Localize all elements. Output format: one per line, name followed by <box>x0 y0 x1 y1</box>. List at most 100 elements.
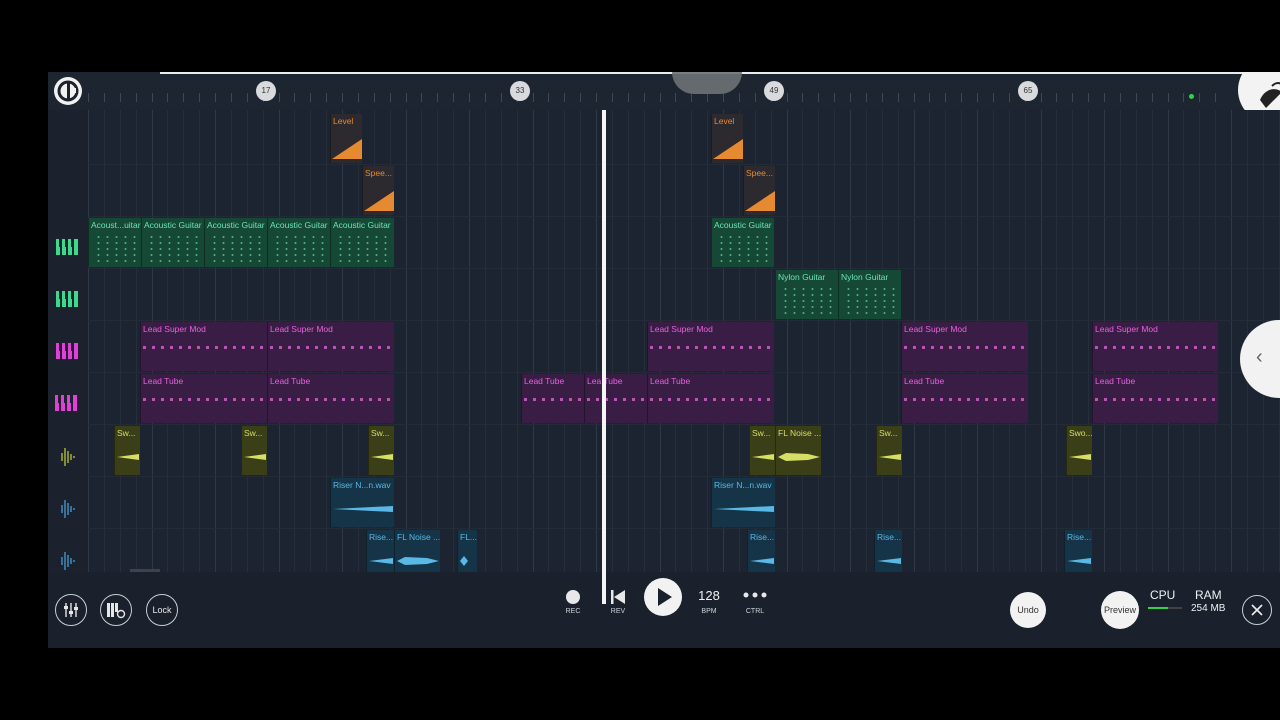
pattern-clip[interactable]: Lead Super Mod <box>140 322 267 371</box>
rewind-button[interactable] <box>609 588 627 606</box>
bar-marker-17[interactable]: 17 <box>256 81 276 101</box>
record-button[interactable] <box>566 590 580 604</box>
pattern-clip[interactable]: Acoustic Guitar <box>267 218 330 267</box>
pattern-clip[interactable]: Lead Tube <box>521 374 584 423</box>
pattern-clip[interactable]: Acoustic Guitar <box>711 218 774 267</box>
piano-keys-icon <box>55 395 77 411</box>
grid-line <box>850 110 851 572</box>
tempo-value[interactable]: 128 <box>689 588 729 603</box>
track-divider <box>88 372 1280 373</box>
channel-rack-button[interactable] <box>54 77 82 105</box>
pattern-clip[interactable]: Lead Tube <box>140 374 267 423</box>
pattern-clip[interactable]: Lead Super Mod <box>267 322 394 371</box>
note-pattern <box>650 398 772 401</box>
ruler-tick <box>961 93 963 102</box>
track-7-header[interactable] <box>55 446 79 468</box>
clip-label: Level <box>714 116 735 126</box>
grid-line <box>548 110 550 572</box>
automation-clip[interactable]: Spee... <box>743 166 775 215</box>
pattern-clip[interactable]: Acoustic Guitar <box>330 218 394 267</box>
track-4-header[interactable] <box>55 288 79 310</box>
clip-label: Lead Tube <box>650 376 691 386</box>
undo-button[interactable]: Undo <box>1010 592 1046 628</box>
pattern-clip[interactable]: Nylon Guitar <box>775 270 838 319</box>
audio-clip[interactable]: Riser N...n.wav <box>711 478 775 527</box>
note-pattern <box>904 398 1026 401</box>
pattern-clip[interactable]: Lead Super Mod <box>901 322 1028 371</box>
clip-label: Sw... <box>117 428 136 438</box>
ruler-tick <box>389 93 391 102</box>
automation-clip[interactable]: Level <box>711 114 743 163</box>
play-button[interactable] <box>644 578 682 616</box>
clip-label: Sw... <box>879 428 898 438</box>
bar-marker-49[interactable]: 49 <box>764 81 784 101</box>
timeline-ruler[interactable]: 17 33 49 65 <box>48 72 1280 124</box>
clip-label: Lead Super Mod <box>143 324 206 334</box>
pattern-clip[interactable]: Lea Tube <box>584 374 647 423</box>
ruler-tick <box>802 93 804 102</box>
clip-label: Sw... <box>371 428 390 438</box>
bar-marker-33[interactable]: 33 <box>510 81 530 101</box>
audio-clip[interactable]: Sw... <box>368 426 394 475</box>
piano-settings-button[interactable] <box>100 594 132 626</box>
close-button[interactable] <box>1242 595 1272 625</box>
audio-clip[interactable]: Sw... <box>749 426 775 475</box>
waveform-icon <box>877 558 901 564</box>
pattern-clip[interactable]: Lead Tube <box>901 374 1028 423</box>
audio-clip[interactable]: Sw... <box>241 426 267 475</box>
audio-clip[interactable]: Swo... <box>1066 426 1092 475</box>
preview-button[interactable]: Preview <box>1101 591 1139 629</box>
ruler-tick <box>373 93 375 102</box>
automation-clip[interactable]: Level <box>330 114 362 163</box>
skip-back-icon <box>611 590 625 604</box>
ruler-tick <box>342 93 343 102</box>
track-3-header[interactable] <box>55 236 79 258</box>
track-divider <box>88 476 1280 477</box>
ruler-tick <box>913 93 915 102</box>
bar-marker-65[interactable]: 65 <box>1018 81 1038 101</box>
track-header-column <box>48 110 88 572</box>
pattern-clip[interactable]: Lead Super Mod <box>1092 322 1218 371</box>
automation-clip[interactable]: Spee... <box>362 166 394 215</box>
timeline-scroll-handle[interactable] <box>672 72 742 94</box>
ram-value: 254 MB <box>1191 603 1226 614</box>
clip-label: Lead Super Mod <box>650 324 713 334</box>
track-6-header[interactable] <box>55 392 79 414</box>
audio-clip[interactable]: Sw... <box>114 426 140 475</box>
note-pattern <box>778 284 836 315</box>
ruler-tick <box>691 93 693 102</box>
audio-clip[interactable]: FL Noise ... <box>775 426 821 475</box>
pattern-clip[interactable]: Lead Tube <box>267 374 394 423</box>
pattern-clip[interactable]: Acoust...uitar <box>88 218 141 267</box>
lock-button[interactable]: Lock <box>146 594 178 626</box>
ruler-tick <box>1040 93 1042 102</box>
clip-label: Lead Tube <box>524 376 565 386</box>
pattern-clip[interactable]: Lead Super Mod <box>647 322 774 371</box>
audio-clip[interactable]: Riser N...n.wav <box>330 478 394 527</box>
note-pattern <box>1095 398 1216 401</box>
more-options-button[interactable] <box>742 588 768 602</box>
waveform-icon <box>117 454 139 460</box>
ruler-tick <box>611 93 613 102</box>
chevron-left-icon: ‹ <box>1256 346 1263 368</box>
grid-line <box>881 110 883 572</box>
pattern-clip[interactable]: Acoustic Guitar <box>204 218 267 267</box>
audio-clip[interactable]: Sw... <box>876 426 902 475</box>
playlist-grid[interactable]: Level Level Spee... Spee... Acoust...uit… <box>88 110 1280 579</box>
waveform-icon <box>714 506 774 512</box>
track-5-header[interactable] <box>55 340 79 362</box>
waveform-icon <box>371 454 393 460</box>
track-9-header[interactable] <box>55 550 79 572</box>
note-pattern <box>587 398 645 401</box>
grid-line <box>437 110 439 572</box>
pattern-clip[interactable]: Nylon Guitar <box>838 270 901 319</box>
clip-label: FL Noise ... <box>397 532 440 542</box>
playhead[interactable] <box>602 110 606 604</box>
pattern-clip[interactable]: Lead Tube <box>1092 374 1218 423</box>
pattern-clip[interactable]: Acoustic Guitar <box>141 218 204 267</box>
pattern-clip[interactable]: Lead Tube <box>647 374 774 423</box>
track-8-header[interactable] <box>55 498 79 520</box>
mixer-button[interactable] <box>55 594 87 626</box>
clip-label: Lead Super Mod <box>904 324 967 334</box>
clip-label: Lead Tube <box>143 376 184 386</box>
